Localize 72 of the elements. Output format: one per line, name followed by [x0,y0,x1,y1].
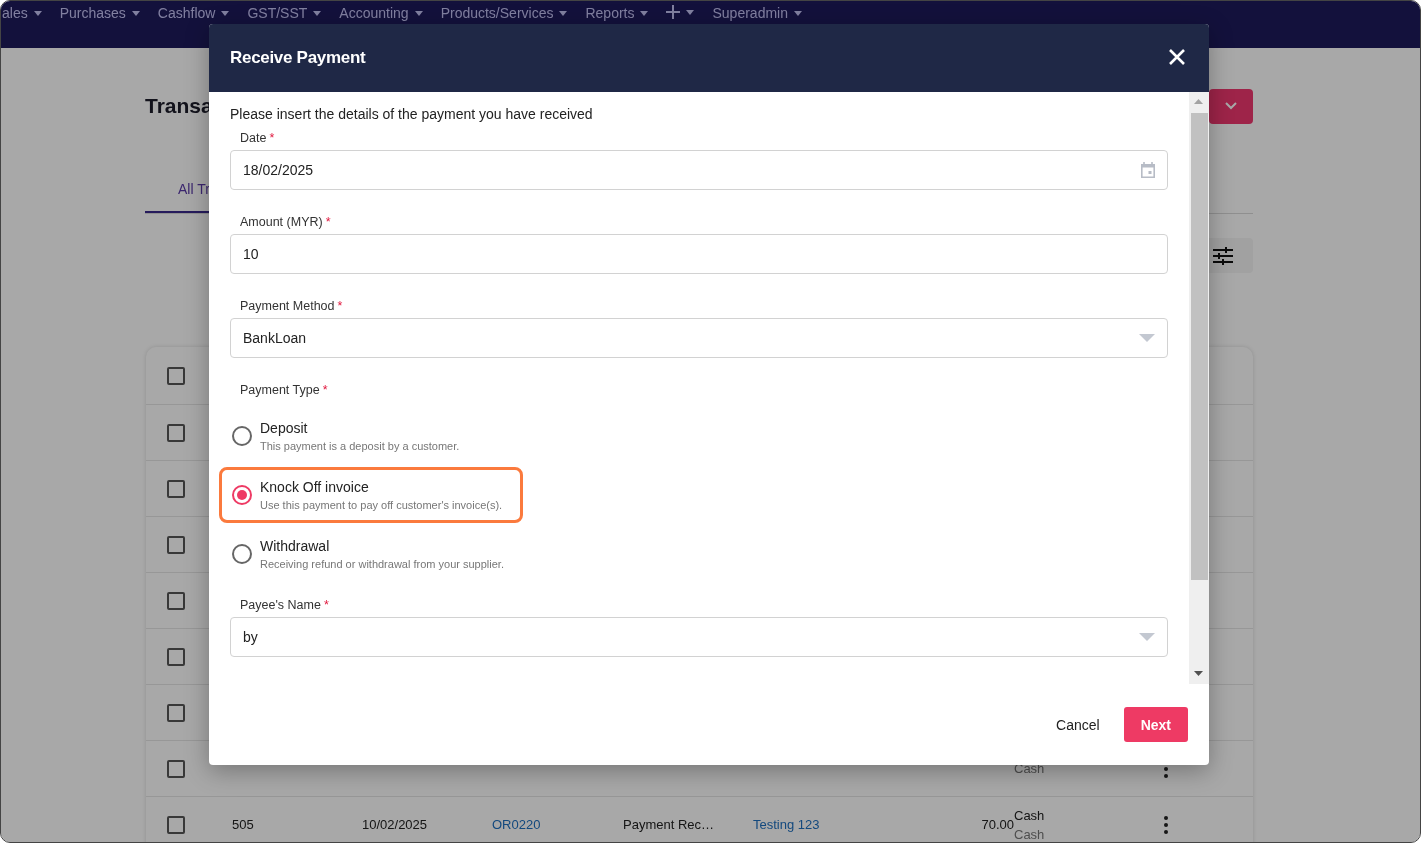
radio-button[interactable] [232,426,252,446]
table-cell-text: Payment Rec… [623,817,716,832]
radio-button[interactable] [232,485,252,505]
date-field[interactable]: 18/02/2025 [230,150,1168,190]
next-button[interactable]: Next [1123,707,1188,742]
nav-menu-item[interactable]: Purchases [59,5,140,21]
table-cell-text: 505 [232,817,255,832]
dropdown-button[interactable] [1209,88,1253,124]
option-hint: This payment is a deposit by a customer. [260,440,460,452]
option-label[interactable]: Knock Off invoice [260,479,503,495]
option-label[interactable]: Withdrawal [260,538,504,554]
row-checkbox[interactable] [167,647,185,666]
row-checkbox[interactable] [167,703,185,722]
nav-menu-item[interactable]: ales [2,5,42,21]
row-checkbox[interactable] [167,815,185,834]
nav-menu-item[interactable]: Products/Services [440,5,568,21]
row-checkbox[interactable] [167,479,185,498]
caret-icon [686,9,695,15]
dialog-intro: Please insert the details of the payment you have received [230,106,594,122]
chevron-down-icon [1225,102,1237,110]
table-cell-text: Cash [1014,807,1046,823]
field-label: Amount (MYR) * [239,215,332,229]
payment-option[interactable]: Knock Off invoice Use this payment to pay off customer's invoice(s). [219,467,524,523]
select-field[interactable]: by [230,617,1168,657]
scroll-down-icon[interactable] [1194,671,1203,676]
field-label: Payment Method * [239,299,344,313]
caret-icon [131,10,140,16]
nav-menu-item[interactable]: Cashflow [157,5,230,21]
option-hint: Use this payment to pay off customer's invoice(s). [260,499,503,511]
caret-icon [559,10,568,16]
table-cell-text: 70.00 [980,817,1014,832]
row-checkbox[interactable] [167,423,185,442]
close-button[interactable] [1169,49,1187,67]
caret-icon [794,10,802,16]
caret-icon [33,10,42,16]
dropdown-icon [1139,633,1155,641]
dropdown-icon [1139,334,1155,342]
caret-icon [221,10,230,16]
nav-menu-item[interactable]: GST/SST [247,5,322,21]
option-hint: Receiving refund or withdrawal from your supplier. [260,558,504,570]
table-cell[interactable]: Testing 123 [753,817,971,832]
add-menu-button[interactable] [666,5,695,19]
scrollbar[interactable] [1189,92,1209,684]
row-checkbox[interactable] [167,759,185,778]
payment-option[interactable]: Deposit This payment is a deposit by a customer. [219,408,481,464]
caret-icon [414,10,423,16]
payment-option[interactable]: Withdrawal Receiving refund or withdrawal from your supplier. [219,526,525,582]
cancel-button[interactable]: Cancel [1056,707,1100,742]
sliders-icon [1213,246,1233,265]
table-cell-text: Cash [1014,826,1046,842]
nav-menu-item[interactable]: Reports [585,5,649,21]
caret-icon [640,10,649,16]
nav-menu-item[interactable]: Accounting [339,5,423,21]
nav-menu-item[interactable]: Superadmin [712,5,802,21]
input-field[interactable]: 10 [230,234,1168,274]
row-checkbox[interactable] [167,591,185,610]
select-field[interactable]: BankLoan [230,318,1168,358]
field-label: Payee's Name * [239,598,330,612]
calendar-icon [1141,162,1155,178]
plus-icon [666,5,681,19]
dialog-title: Receive Payment [230,48,366,68]
table-cell-text: 10/02/2025 [362,817,429,832]
radio-button[interactable] [232,544,252,564]
row-checkbox[interactable] [167,535,185,554]
table-cell[interactable]: OR0220 [492,817,623,832]
field-label: Date * [239,131,276,145]
caret-icon [313,10,322,16]
select-all-checkbox[interactable] [167,366,185,385]
field-label: Payment Type * [239,383,329,397]
option-label[interactable]: Deposit [260,420,460,436]
close-icon [1169,49,1185,65]
more-icon[interactable] [1164,815,1168,834]
